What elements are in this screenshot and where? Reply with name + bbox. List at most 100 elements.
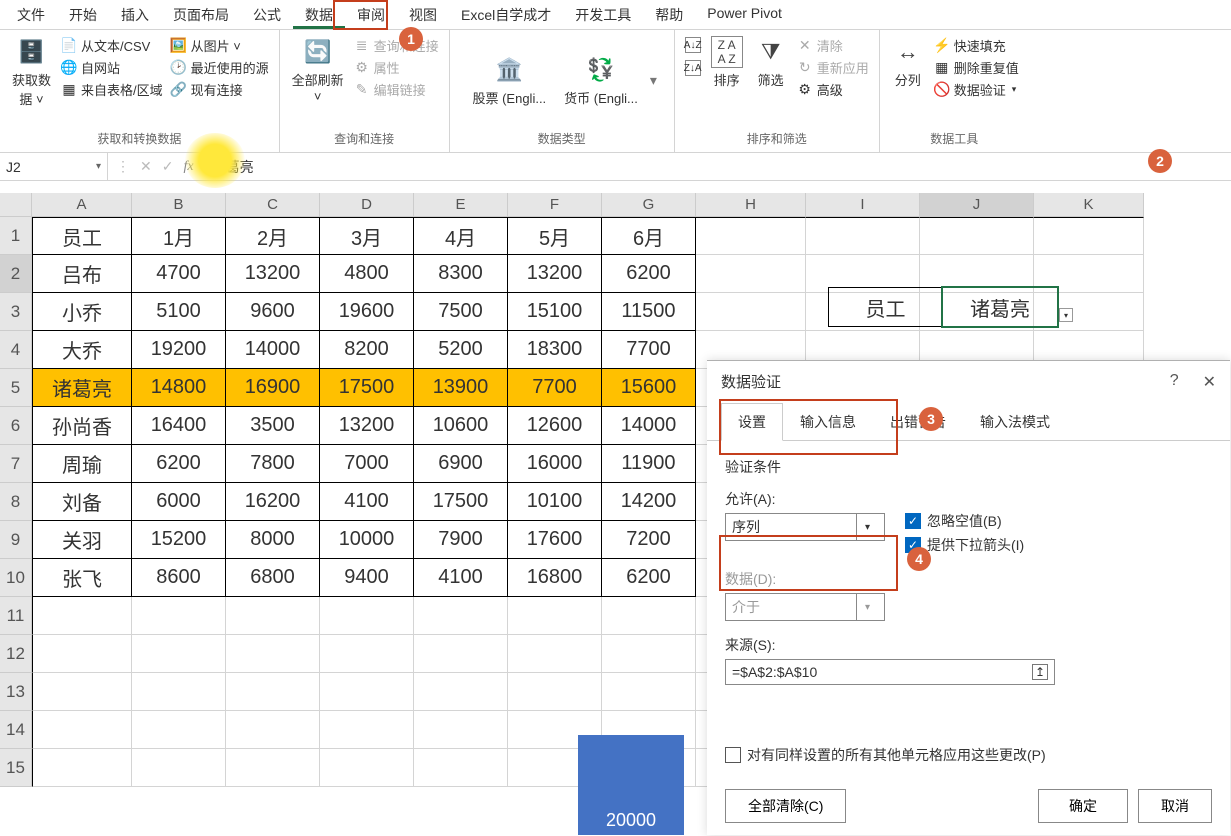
dialog-tab-input[interactable]: 输入信息 xyxy=(783,403,873,441)
cell-B3[interactable]: 5100 xyxy=(132,293,226,331)
cell-G11[interactable] xyxy=(602,597,696,635)
cell-E11[interactable] xyxy=(414,597,508,635)
cell-D10[interactable]: 9400 xyxy=(320,559,414,597)
cell-F11[interactable] xyxy=(508,597,602,635)
cell-B10[interactable]: 8600 xyxy=(132,559,226,597)
dialog-close-button[interactable]: ✕ xyxy=(1203,372,1216,392)
cell-G12[interactable] xyxy=(602,635,696,673)
cell-C12[interactable] xyxy=(226,635,320,673)
lookup-value-cell[interactable]: 诸葛亮 xyxy=(943,288,1057,326)
accept-icon[interactable]: ✓ xyxy=(162,158,174,175)
cell-G13[interactable] xyxy=(602,673,696,711)
cell-B12[interactable] xyxy=(132,635,226,673)
cell-B4[interactable]: 19200 xyxy=(132,331,226,369)
cell-F5[interactable]: 7700 xyxy=(508,369,602,407)
from-web-button[interactable]: 🌐自网站 xyxy=(57,56,167,78)
col-header-A[interactable]: A xyxy=(32,193,132,217)
cell-B5[interactable]: 14800 xyxy=(132,369,226,407)
menu-insert[interactable]: 插入 xyxy=(109,0,161,29)
cell-C7[interactable]: 7800 xyxy=(226,445,320,483)
row-header-12[interactable]: 12 xyxy=(0,635,32,673)
menu-view[interactable]: 视图 xyxy=(397,0,449,29)
lookup-label-cell[interactable]: 员工 xyxy=(829,288,943,326)
dots-icon[interactable]: ⋮ xyxy=(116,158,130,175)
sort-az-button[interactable]: A↓Z xyxy=(681,34,705,56)
cell-D3[interactable]: 19600 xyxy=(320,293,414,331)
col-header-I[interactable]: I xyxy=(806,193,920,217)
dialog-help-button[interactable]: ? xyxy=(1170,372,1179,392)
cell-D15[interactable] xyxy=(320,749,414,787)
more-icon[interactable]: ▾ xyxy=(650,72,657,89)
cell-F1[interactable]: 5月 xyxy=(508,217,602,255)
dialog-clear-button[interactable]: 全部清除(C) xyxy=(725,789,846,823)
cell-C2[interactable]: 13200 xyxy=(226,255,320,293)
cell-E15[interactable] xyxy=(414,749,508,787)
cell-E9[interactable]: 7900 xyxy=(414,521,508,559)
cell-D9[interactable]: 10000 xyxy=(320,521,414,559)
cell-D4[interactable]: 8200 xyxy=(320,331,414,369)
cell-D12[interactable] xyxy=(320,635,414,673)
cell-F8[interactable]: 10100 xyxy=(508,483,602,521)
cell-A2[interactable]: 吕布 xyxy=(32,255,132,293)
from-image-button[interactable]: 🖼️从图片 ˅ xyxy=(167,34,273,56)
cell-C10[interactable]: 6800 xyxy=(226,559,320,597)
text-to-columns-button[interactable]: ↔分列 xyxy=(886,34,930,91)
cell-B14[interactable] xyxy=(132,711,226,749)
recent-sources-button[interactable]: 🕑最近使用的源 xyxy=(167,56,273,78)
cell-B13[interactable] xyxy=(132,673,226,711)
dropdown-handle[interactable]: ▾ xyxy=(1059,308,1073,322)
currency-button[interactable]: 💱货币 (Engli... xyxy=(558,52,644,109)
cell-A10[interactable]: 张飞 xyxy=(32,559,132,597)
chevron-down-icon[interactable]: ▾ xyxy=(96,161,101,172)
name-box[interactable]: J2 ▾ xyxy=(0,153,108,180)
cell-F10[interactable]: 16800 xyxy=(508,559,602,597)
cell-E3[interactable]: 7500 xyxy=(414,293,508,331)
cell-C3[interactable]: 9600 xyxy=(226,293,320,331)
row-header-4[interactable]: 4 xyxy=(0,331,32,369)
row-header-5[interactable]: 5 xyxy=(0,369,32,407)
cell-G5[interactable]: 15600 xyxy=(602,369,696,407)
cell-G4[interactable]: 7700 xyxy=(602,331,696,369)
apply-all-checkbox-row[interactable]: 对有同样设置的所有其他单元格应用这些更改(P) xyxy=(725,745,1212,765)
menu-formulas[interactable]: 公式 xyxy=(241,0,293,29)
cell-H1[interactable] xyxy=(696,217,806,255)
refresh-all-button[interactable]: 🔄 全部刷新 ˅ xyxy=(286,34,350,106)
cell-D8[interactable]: 4100 xyxy=(320,483,414,521)
queries-button[interactable]: ≣查询和连接 xyxy=(350,34,443,56)
cell-B7[interactable]: 6200 xyxy=(132,445,226,483)
cell-B2[interactable]: 4700 xyxy=(132,255,226,293)
menu-file[interactable]: 文件 xyxy=(5,0,57,29)
menu-help[interactable]: 帮助 xyxy=(643,0,695,29)
row-header-3[interactable]: 3 xyxy=(0,293,32,331)
col-header-G[interactable]: G xyxy=(602,193,696,217)
checkbox-unchecked-icon[interactable] xyxy=(725,747,741,763)
cell-F4[interactable]: 18300 xyxy=(508,331,602,369)
cell-A15[interactable] xyxy=(32,749,132,787)
cell-D14[interactable] xyxy=(320,711,414,749)
cancel-icon[interactable]: ✕ xyxy=(140,158,152,175)
cell-C15[interactable] xyxy=(226,749,320,787)
cell-A6[interactable]: 孙尚香 xyxy=(32,407,132,445)
row-header-13[interactable]: 13 xyxy=(0,673,32,711)
allow-combo[interactable]: 序列 ▾ xyxy=(725,513,885,541)
cell-E5[interactable]: 13900 xyxy=(414,369,508,407)
cell-G7[interactable]: 11900 xyxy=(602,445,696,483)
row-header-9[interactable]: 9 xyxy=(0,521,32,559)
col-header-D[interactable]: D xyxy=(320,193,414,217)
row-header-6[interactable]: 6 xyxy=(0,407,32,445)
range-picker-icon[interactable]: ↥ xyxy=(1032,664,1048,680)
cell-C14[interactable] xyxy=(226,711,320,749)
col-header-B[interactable]: B xyxy=(132,193,226,217)
cell-F9[interactable]: 17600 xyxy=(508,521,602,559)
cell-G6[interactable]: 14000 xyxy=(602,407,696,445)
col-header-J[interactable]: J xyxy=(920,193,1034,217)
cell-C11[interactable] xyxy=(226,597,320,635)
dialog-ok-button[interactable]: 确定 xyxy=(1038,789,1128,823)
menu-dev[interactable]: 开发工具 xyxy=(563,0,643,29)
flash-fill-button[interactable]: ⚡快速填充 xyxy=(930,34,1023,56)
cell-C9[interactable]: 8000 xyxy=(226,521,320,559)
cell-A12[interactable] xyxy=(32,635,132,673)
cell-B1[interactable]: 1月 xyxy=(132,217,226,255)
row-header-7[interactable]: 7 xyxy=(0,445,32,483)
menu-home[interactable]: 开始 xyxy=(57,0,109,29)
